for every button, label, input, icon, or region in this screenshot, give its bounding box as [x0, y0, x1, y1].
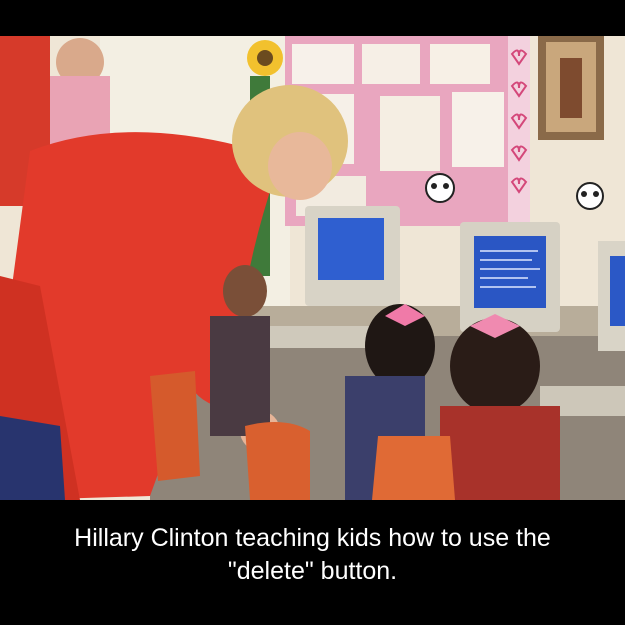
top-black-bar [0, 0, 625, 36]
caption-line-2: "delete" button. [227, 557, 398, 585]
caption-line-1: Hillary Clinton teaching kids how to use… [74, 524, 551, 552]
caption-area: Hillary Clinton teaching kids how to use… [0, 500, 625, 625]
classroom-photo [0, 36, 625, 500]
caption-text: Hillary Clinton teaching kids how to use… [0, 522, 625, 588]
